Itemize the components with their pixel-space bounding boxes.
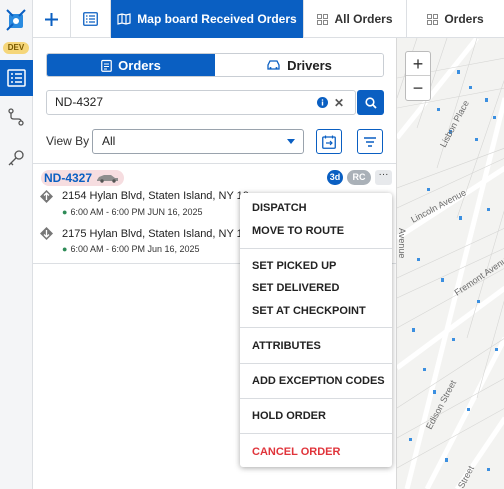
tab-map-board[interactable]: Map board Received Orders (111, 0, 304, 38)
more-actions-button[interactable]: ··· (375, 170, 392, 185)
key-icon[interactable] (7, 149, 25, 167)
calendar-button[interactable] (316, 129, 342, 154)
menu-divider (240, 398, 392, 399)
calendar-icon (322, 135, 336, 149)
segment-label: Orders (118, 57, 161, 73)
chevron-down-icon (287, 139, 295, 144)
order-actions-menu: DISPATCH MOVE TO ROUTE SET PICKED UP SET… (240, 193, 392, 467)
zoom-out-button[interactable]: − (406, 76, 430, 100)
stop-address: 2175 Hylan Blvd, Staten Island, NY 10 (62, 228, 249, 240)
grid-icon (427, 13, 439, 25)
filter-icon (364, 136, 376, 147)
zoom-in-button[interactable]: + (406, 52, 430, 76)
stop-address: 2154 Hylan Blvd, Staten Island, NY 10 (62, 190, 249, 202)
plus-icon (45, 12, 58, 26)
menu-divider (240, 248, 392, 249)
rail-item-orders[interactable] (0, 60, 33, 96)
delivery-stop-icon (40, 227, 53, 240)
clipboard-icon (101, 59, 113, 72)
map-zoom-control: + − (405, 51, 431, 101)
grid-icon (317, 13, 329, 25)
menu-divider (240, 433, 392, 434)
divider (33, 163, 396, 164)
tab-label: Map board Received Orders (137, 12, 297, 26)
stop-time-text: 6:00 AM - 6:00 PM JUN 16, 2025 (70, 207, 203, 217)
list-icon (83, 12, 98, 26)
segment-orders[interactable]: Orders (47, 54, 215, 76)
menu-divider (240, 327, 392, 328)
menu-divider (240, 363, 392, 364)
map-canvas: Lisbon Place Lincoln Avenue Fremont Aven… (397, 38, 504, 489)
orders-drivers-toggle: Orders Drivers (46, 53, 384, 77)
street-label: Avenue (397, 228, 407, 258)
tab-label: Orders (444, 12, 484, 26)
menu-item-hold-order[interactable]: HOLD ORDER (252, 410, 326, 422)
menu-item-dispatch[interactable]: DISPATCH (252, 202, 307, 214)
tab-orders[interactable]: Orders (407, 0, 504, 38)
app-logo-icon[interactable] (5, 8, 27, 32)
tab-label: All Orders (334, 12, 393, 26)
map-icon (117, 13, 131, 25)
vehicle-icon (97, 175, 118, 183)
info-icon[interactable] (317, 97, 328, 108)
stop-time: ● 6:00 AM - 6:00 PM Jun 16, 2025 (62, 244, 200, 254)
menu-item-set-picked-up[interactable]: SET PICKED UP (252, 260, 336, 272)
list-icon (7, 69, 26, 87)
map-view[interactable]: Lisbon Place Lincoln Avenue Fremont Aven… (396, 38, 504, 489)
stop-time-text: 6:00 AM - 6:00 PM Jun 16, 2025 (70, 244, 200, 254)
env-badge: DEV (3, 42, 29, 54)
age-badge: 3d (327, 170, 343, 185)
search-icon (364, 96, 377, 109)
menu-item-cancel-order[interactable]: CANCEL ORDER (252, 446, 340, 458)
pickup-stop-icon (40, 190, 53, 203)
street-label: Lisbon Place (438, 99, 471, 149)
search-button[interactable] (357, 90, 384, 115)
segment-drivers[interactable]: Drivers (215, 54, 383, 76)
menu-item-set-at-checkpoint[interactable]: SET AT CHECKPOINT (252, 305, 366, 317)
top-tab-bar: Map board Received Orders All Orders Ord… (33, 0, 504, 38)
order-search-input[interactable]: ND-4327 (46, 90, 356, 115)
street-label: Lincoln Avenue (409, 187, 467, 224)
menu-item-move-to-route[interactable]: MOVE TO ROUTE (252, 225, 344, 237)
view-by-label: View By (46, 134, 90, 148)
add-tab-button[interactable] (33, 0, 71, 38)
car-icon (267, 60, 280, 70)
street-label: Street (456, 464, 476, 489)
stop-time: ● 6:00 AM - 6:00 PM JUN 16, 2025 (62, 207, 203, 217)
menu-item-set-delivered[interactable]: SET DELIVERED (252, 282, 339, 294)
clear-search-icon[interactable]: ✕ (334, 96, 344, 110)
menu-item-add-exception-codes[interactable]: ADD EXCEPTION CODES (252, 375, 385, 387)
view-by-select[interactable]: All (92, 129, 304, 154)
menu-item-attributes[interactable]: ATTRIBUTES (252, 340, 321, 352)
filter-button[interactable] (357, 129, 383, 154)
status-badge: RC (347, 170, 371, 185)
tab-list-button[interactable] (71, 0, 111, 38)
route-icon[interactable] (7, 108, 25, 126)
left-rail: DEV (0, 0, 33, 489)
tab-all-orders[interactable]: All Orders (304, 0, 407, 38)
segment-label: Drivers (287, 57, 332, 73)
view-by-value: All (102, 134, 116, 148)
